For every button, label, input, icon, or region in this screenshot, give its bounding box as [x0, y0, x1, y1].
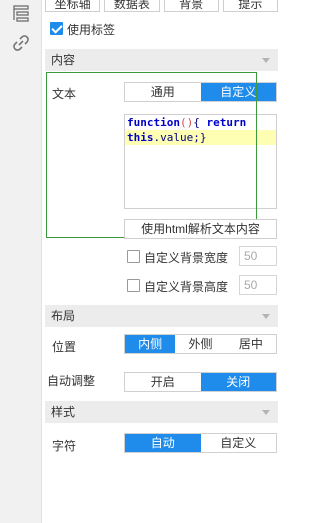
- custom-bg-width-label: 自定义背景宽度: [144, 251, 229, 265]
- list-icon[interactable]: [11, 3, 31, 23]
- position-label: 位置: [52, 340, 77, 354]
- text-mode-custom[interactable]: 自定义: [200, 83, 276, 101]
- chevron-down-icon: [262, 58, 270, 63]
- left-icon-strip: [0, 0, 42, 523]
- position-center[interactable]: 居中: [226, 335, 276, 353]
- section-style-title: 样式: [51, 405, 76, 419]
- custom-bg-height-label: 自定义背景高度: [144, 280, 229, 294]
- auto-adjust-off[interactable]: 关闭: [200, 373, 276, 391]
- html-parse-button[interactable]: 使用html解析文本内容: [124, 219, 277, 239]
- section-layout-header[interactable]: 布局: [45, 305, 278, 327]
- section-style-header[interactable]: 样式: [45, 401, 278, 423]
- text-mode-toggle: 通用 自定义: [124, 82, 277, 102]
- char-label: 字符: [52, 439, 77, 453]
- use-label-checkbox[interactable]: [50, 22, 63, 35]
- position-inside[interactable]: 内侧: [125, 335, 176, 353]
- position-toggle: 内侧 外侧 居中: [124, 334, 277, 354]
- tab-axis[interactable]: 坐标轴: [45, 0, 101, 12]
- char-toggle: 自动 自定义: [124, 433, 277, 453]
- auto-adjust-toggle: 开启 关闭: [124, 372, 277, 392]
- chevron-down-icon: [262, 410, 270, 415]
- code-line-1: function(){ return: [127, 116, 247, 129]
- use-label-text: 使用标签: [67, 23, 116, 37]
- chevron-down-icon: [262, 314, 270, 319]
- position-outside[interactable]: 外侧: [175, 335, 225, 353]
- code-line-2: this.value;}: [125, 130, 276, 145]
- custom-bg-height-input[interactable]: 50: [239, 275, 277, 295]
- custom-bg-width-input[interactable]: 50: [239, 246, 277, 266]
- text-mode-general[interactable]: 通用: [125, 83, 201, 101]
- custom-bg-height-checkbox[interactable]: [127, 279, 140, 292]
- tab-background[interactable]: 背景: [163, 0, 219, 12]
- section-layout-title: 布局: [51, 309, 76, 323]
- top-tab-bar: 坐标轴 数据表 背景 提示: [45, 0, 278, 12]
- auto-adjust-label: 自动调整: [47, 374, 96, 388]
- tab-tooltip[interactable]: 提示: [222, 0, 278, 12]
- text-label: 文本: [52, 87, 77, 101]
- custom-bg-width-checkbox[interactable]: [127, 250, 140, 263]
- formatter-code-editor[interactable]: function(){ return this.value;}: [124, 114, 277, 209]
- section-content-title: 内容: [51, 53, 76, 67]
- section-content-header[interactable]: 内容: [45, 49, 278, 71]
- char-auto[interactable]: 自动: [125, 434, 201, 452]
- char-custom[interactable]: 自定义: [201, 434, 277, 452]
- auto-adjust-on[interactable]: 开启: [125, 373, 201, 391]
- tab-datatable[interactable]: 数据表: [104, 0, 160, 12]
- link-icon[interactable]: [11, 33, 31, 53]
